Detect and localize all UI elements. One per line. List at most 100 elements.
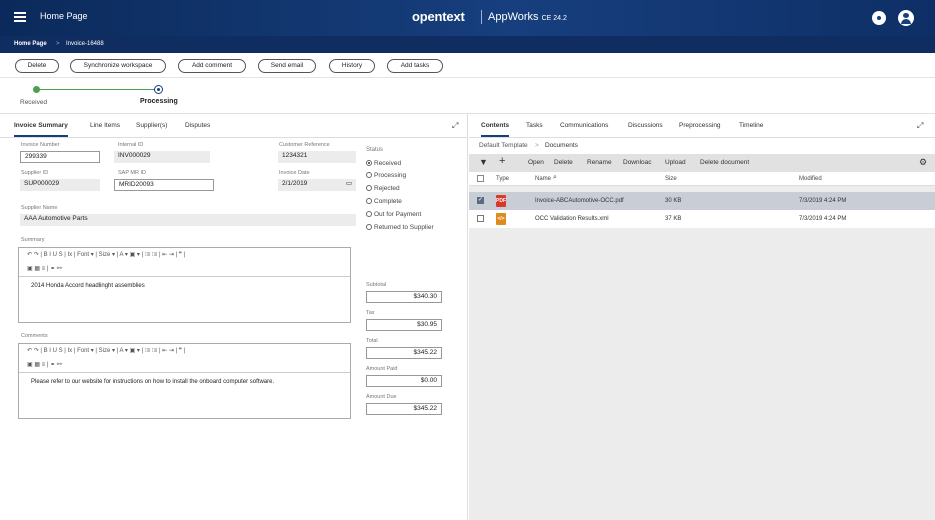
amount-due-label: Amount Due — [366, 394, 397, 400]
add-icon[interactable]: + — [499, 155, 505, 167]
status-option-rejected[interactable]: Rejected — [366, 185, 400, 192]
comments-label: Comments — [21, 333, 48, 339]
amount-paid-field[interactable]: $0.00 — [366, 375, 442, 387]
workflow-step-processing-icon — [154, 85, 163, 94]
document-table-header: Type Name ⌕ Size Modified — [469, 172, 935, 186]
document-tabs: Contents Tasks Communications Discussion… — [469, 114, 935, 138]
comments-editor[interactable]: ↶ ↷ | B I U S | Ix | Font ▾ | Size ▾ | A… — [18, 343, 351, 419]
table-row[interactable]: </> OCC Validation Results.xml 37 KB 7/3… — [469, 210, 935, 228]
subtotal-field[interactable]: $340.30 — [366, 291, 442, 303]
summary-text[interactable]: 2014 Honda Accord headlinght assemblies — [19, 276, 350, 295]
tab-communications[interactable]: Communications — [560, 122, 608, 129]
tab-discussions[interactable]: Discussions — [628, 122, 663, 129]
breadcrumb-home[interactable]: Home Page — [14, 41, 47, 47]
history-button[interactable]: History — [329, 59, 375, 73]
status-option-returned-label: Returned to Supplier — [374, 224, 434, 231]
workflow-progress: Received Processing — [0, 78, 935, 114]
workflow-step-received: Received — [20, 99, 48, 106]
invoice-tabs: Invoice Summary Line Items Supplier(s) D… — [0, 114, 467, 138]
comments-text[interactable]: Please refer to our website for instruct… — [19, 372, 350, 391]
breadcrumb-separator: > — [56, 41, 60, 47]
summary-editor-toolbar-row2[interactable]: ▣ ▦ ≡ | ⚭ ⚯ — [19, 262, 350, 276]
document-name[interactable]: Invoice-ABCAutomotive-OCC.pdf — [535, 198, 624, 204]
status-option-complete-label: Complete — [374, 198, 402, 205]
expand-icon[interactable]: ⤢ — [452, 121, 458, 131]
notification-icon[interactable] — [872, 11, 886, 25]
status-option-returned[interactable]: Returned to Supplier — [366, 224, 434, 231]
filter-icon[interactable]: ▼ — [479, 157, 488, 167]
total-label: Total — [366, 338, 378, 344]
column-name[interactable]: Name — [535, 176, 551, 182]
status-option-out-for-payment[interactable]: Out for Payment — [366, 211, 421, 218]
comments-editor-toolbar[interactable]: ↶ ↷ | B I U S | Ix | Font ▾ | Size ▾ | A… — [19, 344, 350, 358]
settings-gear-icon[interactable]: ⚙ — [919, 157, 927, 168]
document-name[interactable]: OCC Validation Results.xml — [535, 216, 609, 222]
download-button[interactable]: Downloac — [623, 159, 652, 166]
breadcrumb-current: Invoice-16488 — [66, 41, 104, 47]
tax-label: Tax — [366, 310, 375, 316]
status-option-complete[interactable]: Complete — [366, 198, 402, 205]
crumb-documents: Documents — [545, 142, 578, 149]
column-size[interactable]: Size — [665, 176, 677, 182]
status-option-processing[interactable]: Processing — [366, 172, 406, 179]
synchronize-workspace-button[interactable]: Synchronize workspace — [70, 59, 166, 73]
tab-preprocessing[interactable]: Preprocessing — [679, 122, 721, 129]
invoice-number-field[interactable]: 299339 — [20, 151, 100, 163]
internal-id-value: INV000029 — [114, 151, 210, 163]
select-all-checkbox[interactable] — [477, 175, 484, 182]
row-checkbox[interactable] — [477, 196, 484, 204]
supplier-id-label: Supplier ID — [21, 170, 49, 176]
document-modified: 7/3/2019 4:24 PM — [799, 198, 847, 204]
column-modified[interactable]: Modified — [799, 176, 822, 182]
tax-field[interactable]: $30.95 — [366, 319, 442, 331]
add-comment-button[interactable]: Add comment — [178, 59, 246, 73]
user-avatar-icon[interactable] — [898, 10, 914, 26]
tab-line-items[interactable]: Line Items — [90, 122, 120, 129]
status-option-rejected-label: Rejected — [374, 185, 400, 192]
summary-editor[interactable]: ↶ ↷ | B I U S | Ix | Font ▾ | Size ▾ | A… — [18, 247, 351, 323]
crumb-default-template[interactable]: Default Template — [479, 142, 528, 149]
invoice-date-value[interactable]: 2/1/2019 ▭ — [278, 179, 356, 191]
breadcrumb: Home Page > Invoice-16488 — [0, 36, 935, 53]
tab-invoice-summary[interactable]: Invoice Summary — [14, 122, 68, 137]
tab-suppliers[interactable]: Supplier(s) — [136, 122, 167, 129]
status-option-out-for-payment-label: Out for Payment — [374, 211, 422, 218]
tab-disputes[interactable]: Disputes — [185, 122, 210, 129]
document-toolbar: ▼ + Open Delete Rename Downloac Upload D… — [469, 154, 935, 172]
supplier-name-label: Supplier Name — [21, 205, 58, 211]
upload-button[interactable]: Upload — [665, 159, 686, 166]
subtotal-label: Subtotal — [366, 282, 387, 288]
total-field[interactable]: $345.22 — [366, 347, 442, 359]
send-email-button[interactable]: Send email — [258, 59, 316, 73]
row-checkbox[interactable] — [477, 215, 484, 222]
workflow-step-received-icon — [33, 86, 40, 93]
status-option-received[interactable]: Received — [366, 160, 401, 167]
invoice-date-text: 2/1/2019 — [282, 180, 308, 187]
rename-button[interactable]: Rename — [587, 159, 612, 166]
tab-tasks[interactable]: Tasks — [526, 122, 543, 129]
delete-button[interactable]: Delete — [15, 59, 59, 73]
tab-timeline[interactable]: Timeline — [739, 122, 763, 129]
calendar-icon[interactable]: ▭ — [346, 179, 352, 189]
action-bar: Delete Synchronize workspace Add comment… — [0, 53, 935, 78]
delete-document-button[interactable]: Delete document — [700, 159, 749, 166]
document-size: 30 KB — [665, 198, 682, 204]
tab-contents[interactable]: Contents — [481, 122, 510, 137]
comments-editor-toolbar-row2[interactable]: ▣ ▦ ≡ | ⚭ ⚯ — [19, 358, 350, 372]
search-icon[interactable]: ⌕ — [553, 174, 557, 182]
xml-file-icon: </> — [496, 213, 506, 225]
add-tasks-button[interactable]: Add tasks — [387, 59, 443, 73]
table-row[interactable]: PDF Invoice-ABCAutomotive-OCC.pdf 30 KB … — [469, 192, 935, 210]
expand-icon[interactable]: ⤢ — [917, 121, 923, 131]
sap-mr-id-field[interactable]: MRID20093 — [114, 179, 214, 191]
document-size: 37 KB — [665, 216, 682, 222]
open-button[interactable]: Open — [528, 159, 544, 166]
column-type[interactable]: Type — [496, 176, 509, 182]
summary-editor-toolbar[interactable]: ↶ ↷ | B I U S | Ix | Font ▾ | Size ▾ | A… — [19, 248, 350, 262]
hamburger-menu-icon[interactable] — [14, 12, 26, 22]
delete-doc-button[interactable]: Delete — [554, 159, 573, 166]
status-label: Status — [366, 147, 384, 153]
status-option-processing-label: Processing — [374, 172, 407, 179]
amount-due-field[interactable]: $345.22 — [366, 403, 442, 415]
app-name-text: AppWorks — [488, 11, 539, 23]
